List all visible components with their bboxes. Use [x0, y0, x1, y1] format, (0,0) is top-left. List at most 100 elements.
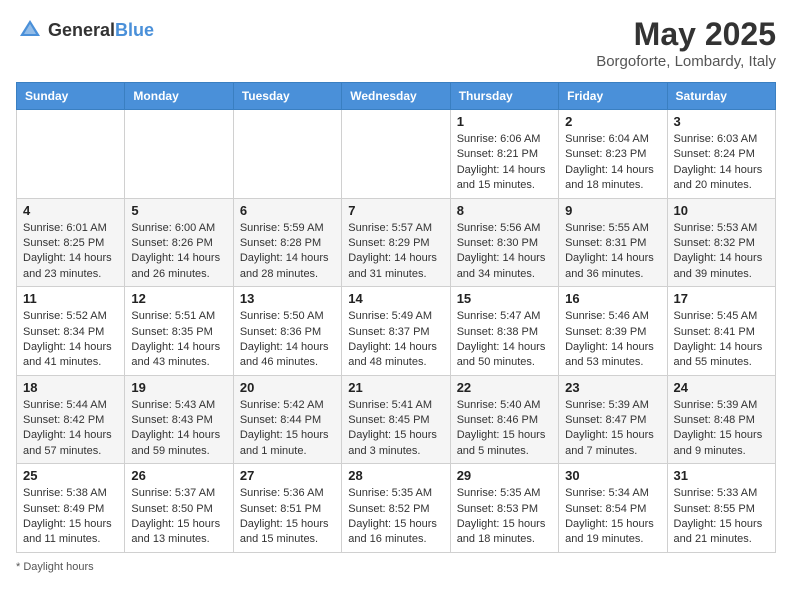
day-cell: 3 Sunrise: 6:03 AMSunset: 8:24 PMDaylight…	[667, 110, 775, 199]
day-info: Sunrise: 5:50 AMSunset: 8:36 PMDaylight:…	[240, 309, 335, 371]
day-cell: 27Sunrise: 5:36 AMSunset: 8:51 PMDayligh…	[233, 464, 341, 553]
day-number: 18	[23, 380, 118, 395]
day-cell: 12 Sunrise: 5:51 AMSunset: 8:35 PMDayligh…	[125, 287, 233, 376]
day-info: Sunrise: 6:03 AMSunset: 8:24 PMDaylight:…	[674, 132, 769, 194]
day-info: Sunrise: 5:33 AMSunset: 8:55 PMDaylight:…	[674, 486, 769, 548]
day-info: Sunrise: 6:06 AMSunset: 8:21 PMDaylight:…	[457, 132, 552, 194]
day-cell: 11 Sunrise: 5:52 AMSunset: 8:34 PMDayligh…	[17, 287, 125, 376]
day-cell: 31 Sunrise: 5:33 AMSunset: 8:55 PMDayligh…	[667, 464, 775, 553]
day-info: Sunrise: 5:41 AMSunset: 8:45 PMDaylight:…	[348, 398, 443, 460]
calendar-table: SundayMondayTuesdayWednesdayThursdayFrid…	[16, 82, 776, 553]
page-header: GeneralBlue May 2025 Borgoforte, Lombard…	[16, 16, 776, 70]
day-cell	[342, 110, 450, 199]
day-number: 15	[457, 291, 552, 306]
day-info: Sunrise: 6:01 AMSunset: 8:25 PMDaylight:…	[23, 221, 118, 283]
day-info: Sunrise: 5:36 AMSunset: 8:51 PMDaylight:…	[240, 486, 335, 548]
column-header-saturday: Saturday	[667, 83, 775, 110]
day-cell: 28 Sunrise: 5:35 AMSunset: 8:52 PMDayligh…	[342, 464, 450, 553]
day-cell: 5 Sunrise: 6:00 AMSunset: 8:26 PMDaylight…	[125, 198, 233, 287]
calendar-title: May 2025	[596, 16, 776, 53]
day-info: Sunrise: 5:42 AMSunset: 8:44 PMDaylight:…	[240, 398, 335, 460]
day-info: Sunrise: 5:44 AMSunset: 8:42 PMDaylight:…	[23, 398, 118, 460]
day-number: 8	[457, 203, 552, 218]
calendar-header-row: SundayMondayTuesdayWednesdayThursdayFrid…	[17, 83, 776, 110]
day-cell: 8Sunrise: 5:56 AMSunset: 8:30 PMDaylight…	[450, 198, 558, 287]
day-info: Sunrise: 5:49 AMSunset: 8:37 PMDaylight:…	[348, 309, 443, 371]
day-number: 1	[457, 114, 552, 129]
title-block: May 2025 Borgoforte, Lombardy, Italy	[596, 16, 776, 70]
day-cell: 21 Sunrise: 5:41 AMSunset: 8:45 PMDayligh…	[342, 375, 450, 464]
day-cell: 30 Sunrise: 5:34 AMSunset: 8:54 PMDayligh…	[559, 464, 667, 553]
day-cell	[233, 110, 341, 199]
day-number: 16	[565, 291, 660, 306]
day-info: Sunrise: 5:43 AMSunset: 8:43 PMDaylight:…	[131, 398, 226, 460]
day-number: 2	[565, 114, 660, 129]
day-number: 28	[348, 468, 443, 483]
day-cell: 6Sunrise: 5:59 AMSunset: 8:28 PMDaylight…	[233, 198, 341, 287]
logo-icon	[16, 16, 44, 44]
day-info: Sunrise: 6:04 AMSunset: 8:23 PMDaylight:…	[565, 132, 660, 194]
day-number: 31	[674, 468, 769, 483]
day-number: 5	[131, 203, 226, 218]
day-number: 12	[131, 291, 226, 306]
day-cell: 7Sunrise: 5:57 AMSunset: 8:29 PMDaylight…	[342, 198, 450, 287]
day-info: Sunrise: 5:53 AMSunset: 8:32 PMDaylight:…	[674, 221, 769, 283]
day-cell: 29 Sunrise: 5:35 AMSunset: 8:53 PMDayligh…	[450, 464, 558, 553]
day-number: 20	[240, 380, 335, 395]
week-row-3: 11 Sunrise: 5:52 AMSunset: 8:34 PMDayligh…	[17, 287, 776, 376]
column-header-wednesday: Wednesday	[342, 83, 450, 110]
day-info: Sunrise: 5:51 AMSunset: 8:35 PMDaylight:…	[131, 309, 226, 371]
day-info: Sunrise: 5:55 AMSunset: 8:31 PMDaylight:…	[565, 221, 660, 283]
day-info: Sunrise: 5:35 AMSunset: 8:53 PMDaylight:…	[457, 486, 552, 548]
day-info: Sunrise: 5:47 AMSunset: 8:38 PMDaylight:…	[457, 309, 552, 371]
day-number: 11	[23, 291, 118, 306]
column-header-friday: Friday	[559, 83, 667, 110]
week-row-1: 1 Sunrise: 6:06 AMSunset: 8:21 PMDaylight…	[17, 110, 776, 199]
day-info: Sunrise: 5:57 AMSunset: 8:29 PMDaylight:…	[348, 221, 443, 283]
day-info: Sunrise: 5:35 AMSunset: 8:52 PMDaylight:…	[348, 486, 443, 548]
day-cell: 22Sunrise: 5:40 AMSunset: 8:46 PMDayligh…	[450, 375, 558, 464]
day-number: 29	[457, 468, 552, 483]
logo-blue: Blue	[115, 20, 154, 40]
week-row-4: 18 Sunrise: 5:44 AMSunset: 8:42 PMDayligh…	[17, 375, 776, 464]
day-number: 25	[23, 468, 118, 483]
day-cell: 17Sunrise: 5:45 AMSunset: 8:41 PMDayligh…	[667, 287, 775, 376]
column-header-sunday: Sunday	[17, 83, 125, 110]
day-cell: 4Sunrise: 6:01 AMSunset: 8:25 PMDaylight…	[17, 198, 125, 287]
day-info: Sunrise: 5:37 AMSunset: 8:50 PMDaylight:…	[131, 486, 226, 548]
day-info: Sunrise: 5:39 AMSunset: 8:48 PMDaylight:…	[674, 398, 769, 460]
day-number: 21	[348, 380, 443, 395]
day-cell: 18 Sunrise: 5:44 AMSunset: 8:42 PMDayligh…	[17, 375, 125, 464]
day-number: 24	[674, 380, 769, 395]
day-info: Sunrise: 6:00 AMSunset: 8:26 PMDaylight:…	[131, 221, 226, 283]
day-cell: 16Sunrise: 5:46 AMSunset: 8:39 PMDayligh…	[559, 287, 667, 376]
week-row-5: 25 Sunrise: 5:38 AMSunset: 8:49 PMDayligh…	[17, 464, 776, 553]
day-info: Sunrise: 5:52 AMSunset: 8:34 PMDaylight:…	[23, 309, 118, 371]
day-cell: 2 Sunrise: 6:04 AMSunset: 8:23 PMDaylight…	[559, 110, 667, 199]
day-cell: 15 Sunrise: 5:47 AMSunset: 8:38 PMDayligh…	[450, 287, 558, 376]
footer-label: Daylight hours	[23, 561, 93, 573]
day-cell: 20 Sunrise: 5:42 AMSunset: 8:44 PMDayligh…	[233, 375, 341, 464]
day-number: 10	[674, 203, 769, 218]
column-header-monday: Monday	[125, 83, 233, 110]
day-info: Sunrise: 5:34 AMSunset: 8:54 PMDaylight:…	[565, 486, 660, 548]
day-cell: 14 Sunrise: 5:49 AMSunset: 8:37 PMDayligh…	[342, 287, 450, 376]
day-number: 13	[240, 291, 335, 306]
logo: GeneralBlue	[16, 16, 154, 44]
day-cell: 25 Sunrise: 5:38 AMSunset: 8:49 PMDayligh…	[17, 464, 125, 553]
day-info: Sunrise: 5:45 AMSunset: 8:41 PMDaylight:…	[674, 309, 769, 371]
logo-general: General	[48, 20, 115, 40]
day-number: 30	[565, 468, 660, 483]
day-cell	[125, 110, 233, 199]
day-info: Sunrise: 5:38 AMSunset: 8:49 PMDaylight:…	[23, 486, 118, 548]
day-cell: 9Sunrise: 5:55 AMSunset: 8:31 PMDaylight…	[559, 198, 667, 287]
day-number: 6	[240, 203, 335, 218]
day-number: 14	[348, 291, 443, 306]
day-cell: 19 Sunrise: 5:43 AMSunset: 8:43 PMDayligh…	[125, 375, 233, 464]
footer-note: * Daylight hours	[16, 561, 776, 573]
day-number: 19	[131, 380, 226, 395]
day-number: 22	[457, 380, 552, 395]
day-cell: 26Sunrise: 5:37 AMSunset: 8:50 PMDayligh…	[125, 464, 233, 553]
day-number: 3	[674, 114, 769, 129]
column-header-tuesday: Tuesday	[233, 83, 341, 110]
